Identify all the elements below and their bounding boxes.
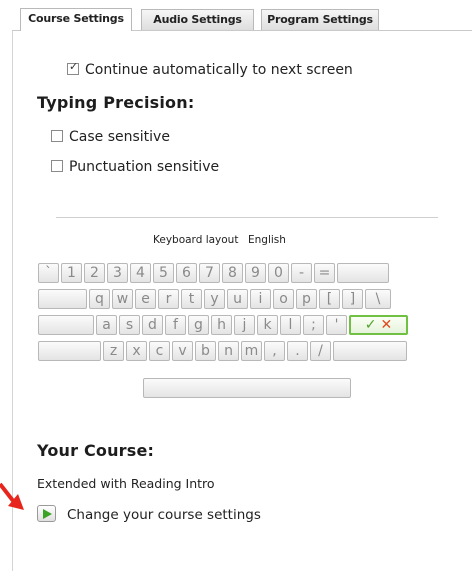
keyboard-layout-label: Keyboard layout [153, 234, 239, 246]
your-course-heading: Your Course: [37, 441, 155, 460]
punctuation-sensitive-checkbox[interactable] [51, 160, 63, 172]
continue-auto-label: Continue automatically to next screen [85, 62, 353, 78]
key: ` [38, 263, 59, 283]
key: w [112, 289, 133, 309]
case-sensitive-checkbox[interactable] [51, 130, 63, 142]
key: g [188, 315, 209, 335]
red-arrow-icon [0, 482, 24, 510]
key: i [250, 289, 271, 309]
course-name: Extended with Reading Intro [37, 476, 215, 491]
key: 6 [176, 263, 197, 283]
key: m [241, 341, 262, 361]
key: , [264, 341, 285, 361]
key: 9 [245, 263, 266, 283]
key: j [234, 315, 255, 335]
typing-precision-heading: Typing Precision: [37, 93, 195, 112]
key: a [96, 315, 117, 335]
key: - [291, 263, 312, 283]
key: . [287, 341, 308, 361]
key: 1 [61, 263, 82, 283]
key: v [172, 341, 193, 361]
change-course-link[interactable]: Change your course settings [67, 506, 261, 524]
tab-audio-settings[interactable]: Audio Settings [141, 9, 254, 30]
tab-course-settings[interactable]: Course Settings [20, 8, 132, 31]
key: t [181, 289, 202, 309]
key: h [211, 315, 232, 335]
tab-bar: Course Settings Audio Settings Program S… [0, 0, 472, 31]
key: ; [303, 315, 324, 335]
cross-icon: ✕ [380, 317, 393, 333]
key: z [103, 341, 124, 361]
key: / [310, 341, 331, 361]
key: o [273, 289, 294, 309]
key: n [218, 341, 239, 361]
key: 5 [153, 263, 174, 283]
key: x [126, 341, 147, 361]
key: b [195, 341, 216, 361]
key: ] [342, 289, 363, 309]
modifier-key [38, 315, 94, 335]
key: q [89, 289, 110, 309]
case-sensitive-option[interactable]: Case sensitive [51, 128, 170, 146]
key: 3 [107, 263, 128, 283]
section-divider [56, 217, 438, 218]
key: ' [326, 315, 347, 335]
key: d [142, 315, 163, 335]
key: p [296, 289, 317, 309]
tab-program-settings[interactable]: Program Settings [261, 9, 379, 30]
modifier-key [333, 341, 407, 361]
key: [ [319, 289, 340, 309]
key: c [149, 341, 170, 361]
key: 7 [199, 263, 220, 283]
key: 4 [130, 263, 151, 283]
change-course-play-button[interactable] [37, 505, 56, 522]
key: r [158, 289, 179, 309]
key: k [257, 315, 278, 335]
key: l [280, 315, 301, 335]
key: = [314, 263, 335, 283]
continue-auto-option[interactable]: ✓ Continue automatically to next screen [67, 60, 353, 79]
key: f [165, 315, 186, 335]
modifier-key [337, 263, 389, 283]
case-sensitive-label: Case sensitive [69, 129, 170, 145]
keyboard-layout-value[interactable]: English [248, 234, 286, 246]
key: s [119, 315, 140, 335]
checkmark-icon: ✓ [69, 60, 79, 73]
continue-auto-checkbox[interactable]: ✓ [67, 60, 79, 75]
punctuation-sensitive-label: Punctuation sensitive [69, 159, 220, 175]
key: u [227, 289, 248, 309]
punctuation-sensitive-option[interactable]: Punctuation sensitive [51, 158, 219, 176]
modifier-key [38, 341, 101, 361]
space-key [143, 378, 351, 398]
key: \ [365, 289, 391, 309]
key: e [135, 289, 156, 309]
check-icon: ✓ [364, 317, 377, 333]
play-icon [43, 509, 52, 519]
key: 8 [222, 263, 243, 283]
key: y [204, 289, 225, 309]
key: 0 [268, 263, 289, 283]
modifier-key [38, 289, 87, 309]
enter-key: ✓ ✕ [349, 315, 408, 335]
key: 2 [84, 263, 105, 283]
